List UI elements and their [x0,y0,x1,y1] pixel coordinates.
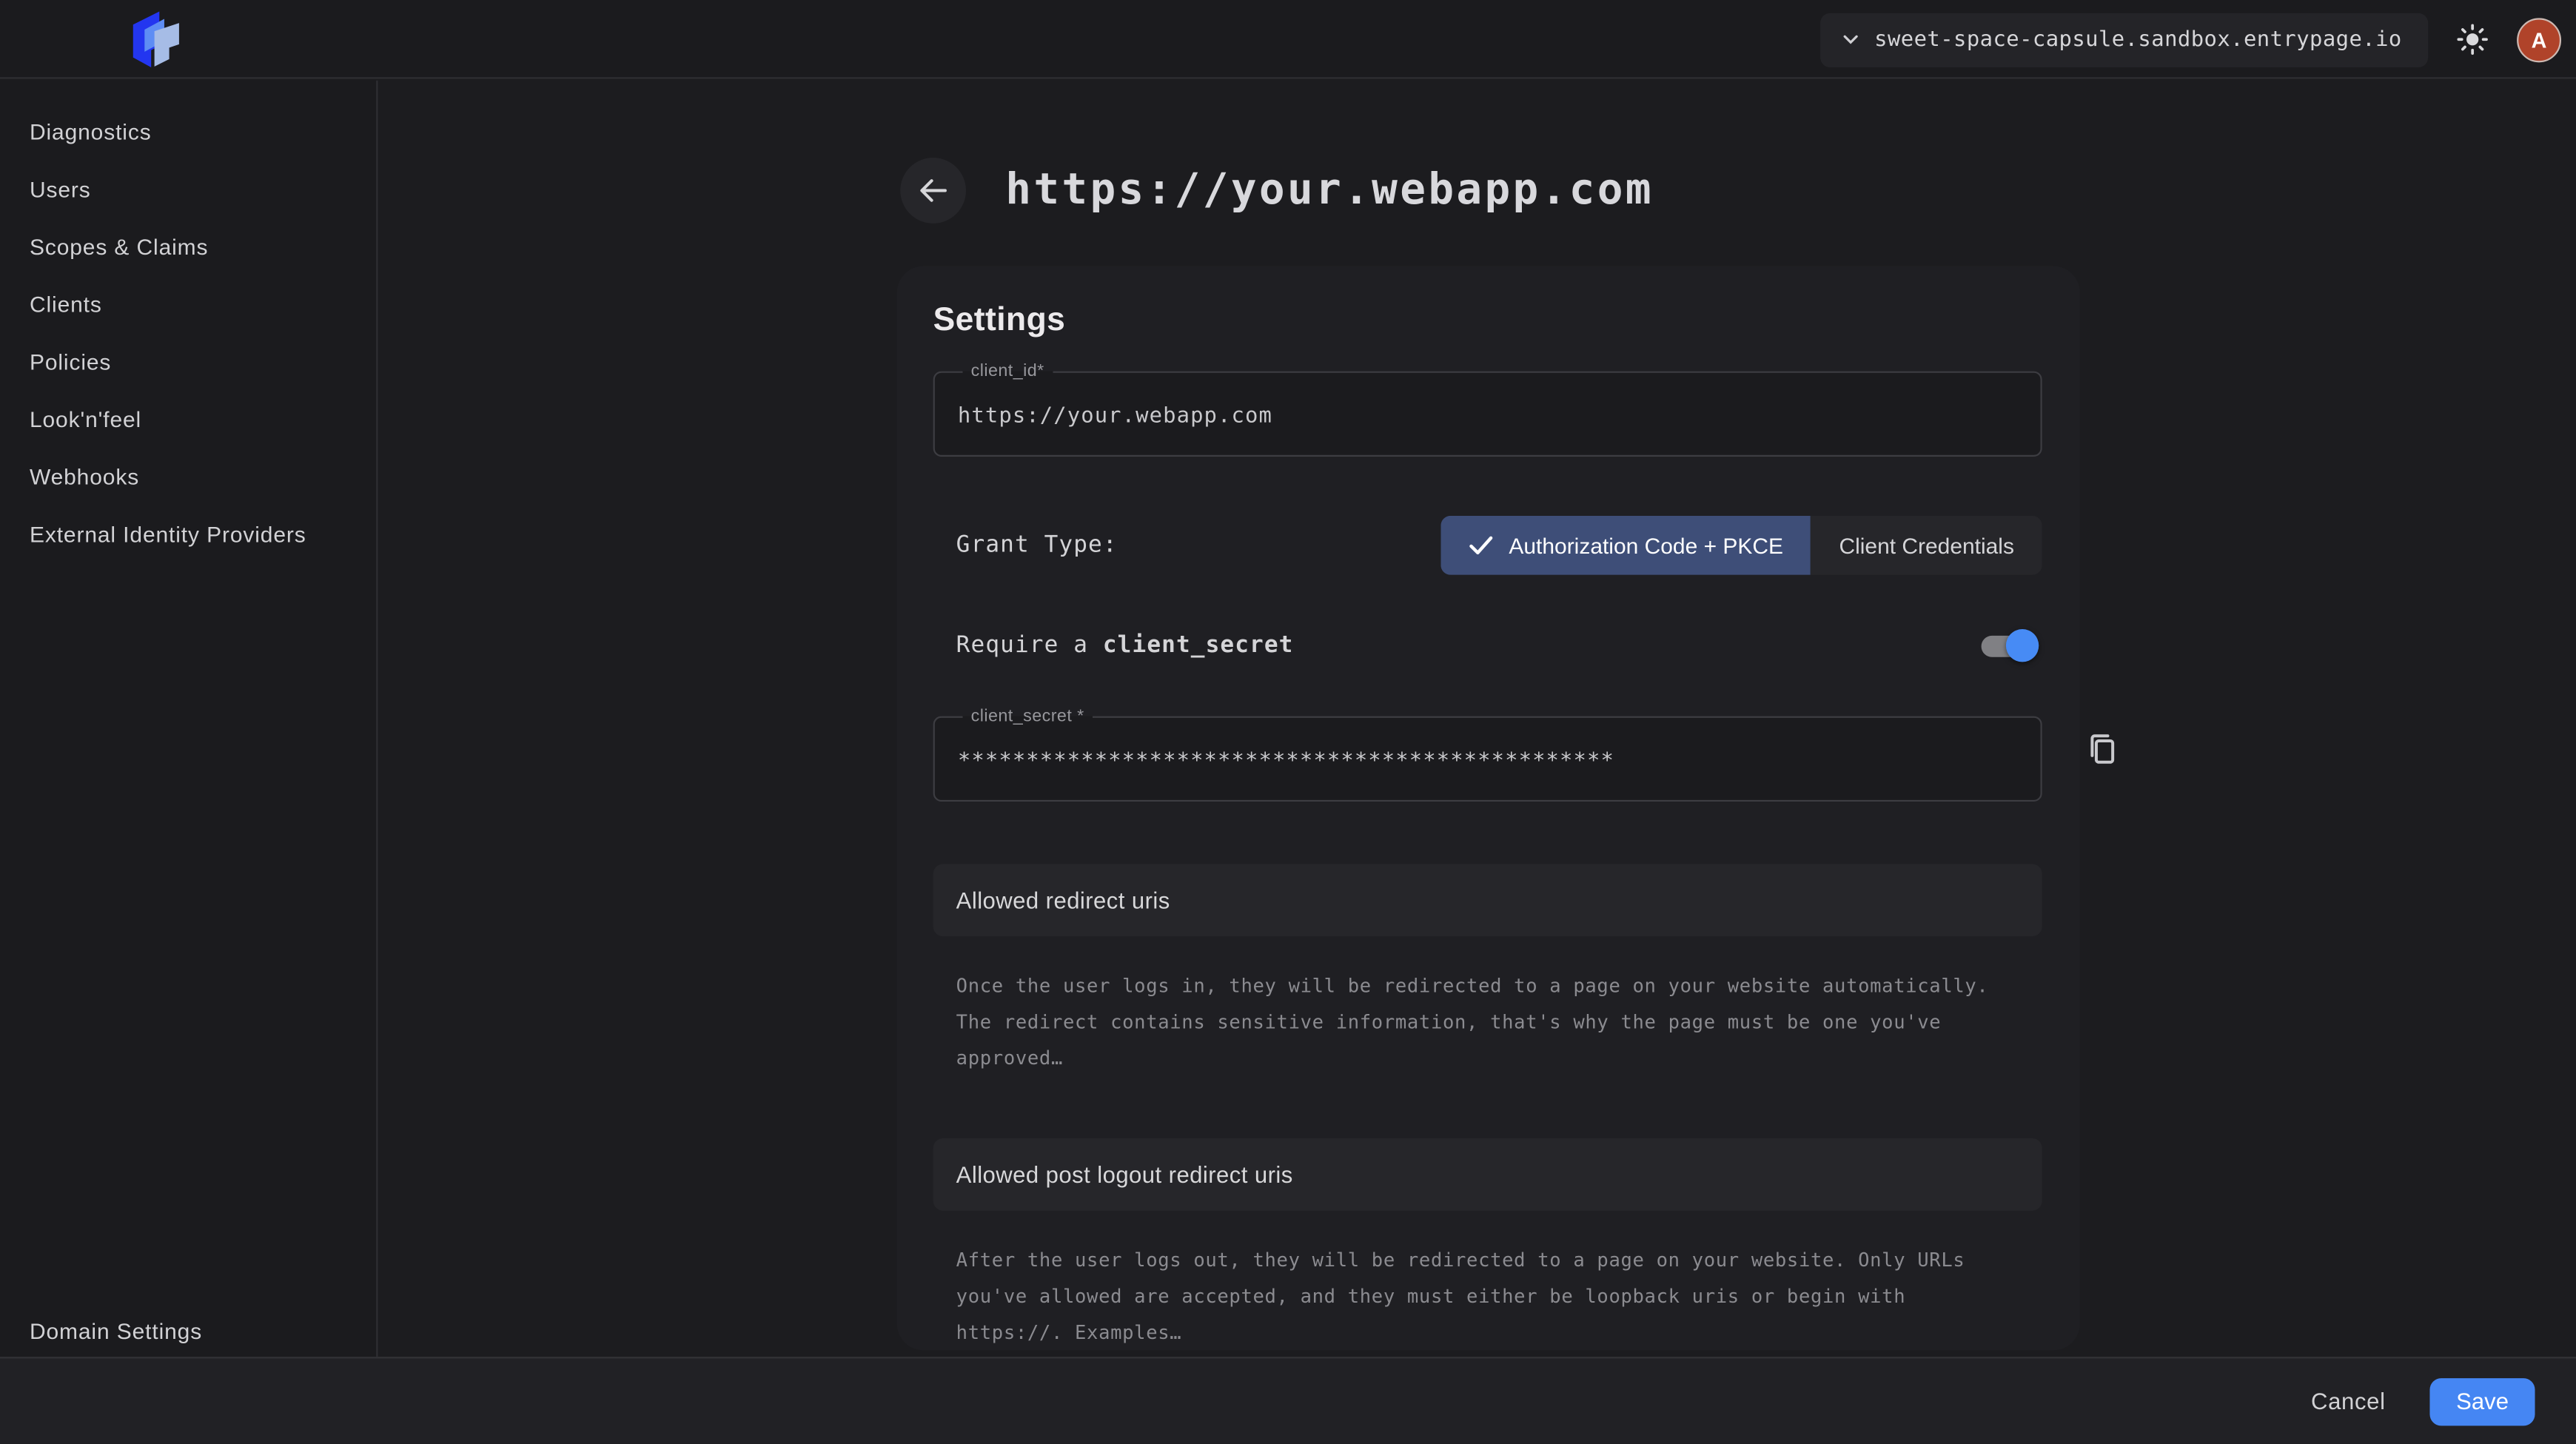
app-window: sweet-space-capsule.sandbox.entrypage.io [0,0,2576,1444]
arrow-left-icon [915,172,951,209]
allowed-redirect-uris-description: Once the user logs in, they will be redi… [956,967,1995,1075]
domain-selector[interactable]: sweet-space-capsule.sandbox.entrypage.io [1820,13,2428,67]
user-avatar[interactable]: A [2517,17,2561,61]
toggle-thumb [2006,629,2039,662]
grant-type-segmented-control: Authorization Code + PKCE Client Credent… [1441,516,2042,575]
action-bar: Cancel Save [0,1357,2576,1444]
back-button[interactable] [900,158,966,224]
allowed-post-logout-redirect-uris-section[interactable]: Allowed post logout redirect uris [933,1138,2042,1211]
require-secret-label: Require a client_secret [933,632,1294,659]
sidebar-item-external-identity-providers[interactable]: External Identity Providers [0,506,376,564]
sidebar-item-webhooks[interactable]: Webhooks [0,449,376,506]
client-secret-label: client_secret * [963,706,1093,726]
grant-type-row: Grant Type: Authorization Code + PKCE Cl… [933,516,2042,575]
chevron-down-icon [1843,35,1858,44]
sidebar-item-policies[interactable]: Policies [0,334,376,392]
card-title: Settings [933,302,2042,340]
section-title: Allowed post logout redirect uris [956,1161,1293,1188]
sun-icon [2456,23,2489,56]
sidebar-item-diagnostics[interactable]: Diagnostics [0,104,376,161]
sidebar-item-domain-settings[interactable]: Domain Settings [0,1303,376,1360]
section-title: Allowed redirect uris [956,887,1170,913]
domain-name: sweet-space-capsule.sandbox.entrypage.io [1874,27,2402,52]
top-bar: sweet-space-capsule.sandbox.entrypage.io [0,0,2576,79]
allowed-redirect-uris-section[interactable]: Allowed redirect uris [933,864,2042,936]
client-secret-value[interactable]: ****************************************… [954,739,2020,777]
sidebar-nav: Diagnostics Users Scopes & Claims Client… [0,81,376,564]
sidebar-item-users[interactable]: Users [0,161,376,219]
check-icon [1469,536,1494,556]
grant-option-label: Authorization Code + PKCE [1509,533,1783,557]
client-secret-field[interactable]: client_secret * ************************… [933,706,2042,802]
client-secret-block: client_secret * ************************… [933,685,2042,802]
title-row: https://your.webapp.com [900,158,1654,224]
theme-toggle-button[interactable] [2451,18,2494,61]
copy-icon [2083,728,2122,768]
copy-secret-button[interactable] [2083,727,2122,770]
allowed-post-logout-redirect-uris-description: After the user logs out, they will be re… [956,1242,1995,1350]
page-title: https://your.webapp.com [1005,166,1654,215]
grant-option-label: Client Credentials [1839,533,2014,557]
sidebar: Diagnostics Users Scopes & Claims Client… [0,81,378,1444]
avatar-letter: A [2532,27,2547,52]
cancel-button[interactable]: Cancel [2311,1388,2386,1414]
require-secret-toggle[interactable] [1982,635,2033,656]
client-id-label: client_id* [963,361,1053,381]
sidebar-item-looknfeel[interactable]: Look'n'feel [0,391,376,449]
sidebar-item-clients[interactable]: Clients [0,276,376,334]
header-actions: sweet-space-capsule.sandbox.entrypage.io [1820,0,2561,79]
save-button[interactable]: Save [2430,1377,2535,1425]
client-id-value[interactable]: https://your.webapp.com [954,394,2020,432]
client-id-field[interactable]: client_id* https://your.webapp.com [933,361,2042,457]
main-content: https://your.webapp.com Settings client_… [380,81,2576,1357]
require-secret-row: Require a client_secret [933,632,2042,659]
app-logo-icon[interactable] [121,8,190,74]
grant-option-authorization-code-pkce[interactable]: Authorization Code + PKCE [1441,516,1811,575]
sidebar-item-scopes-claims[interactable]: Scopes & Claims [0,218,376,276]
grant-type-label: Grant Type: [933,532,1118,559]
settings-card: Settings client_id* https://your.webapp.… [897,266,2080,1351]
grant-option-client-credentials[interactable]: Client Credentials [1811,516,2042,575]
